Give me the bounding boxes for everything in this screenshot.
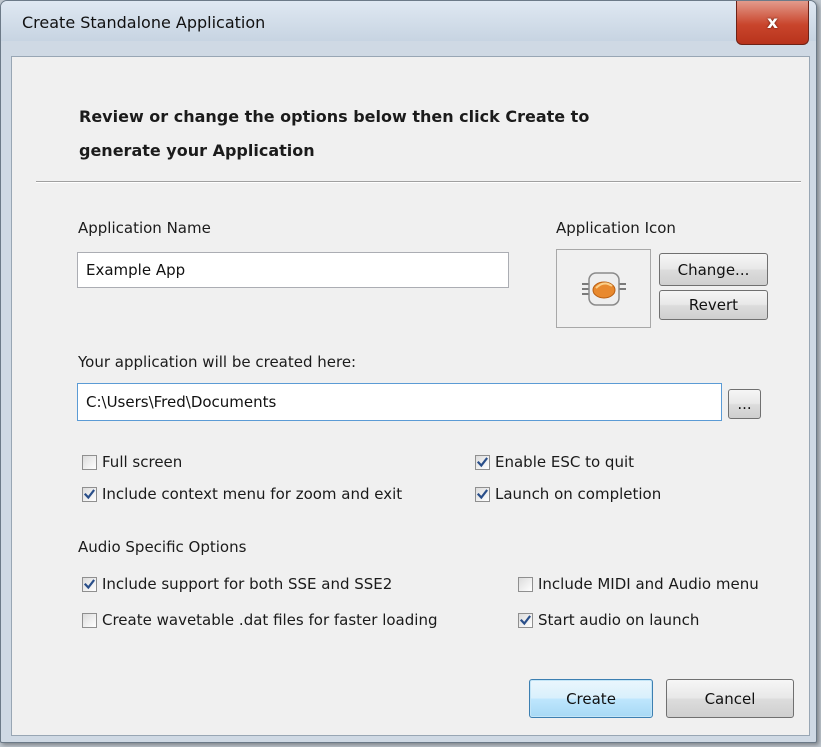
instructions-heading: Review or change the options below then … <box>79 100 679 168</box>
checkbox-box <box>518 576 533 592</box>
sse-support-checkbox[interactable]: Include support for both SSE and SSE2 <box>82 575 392 593</box>
checkmark-icon <box>84 578 95 589</box>
change-icon-button[interactable]: Change... <box>659 253 768 286</box>
audio-options-label: Audio Specific Options <box>78 538 247 556</box>
application-icon-label: Application Icon <box>556 219 676 237</box>
application-name-input[interactable]: Example App <box>77 252 509 288</box>
checkbox-box <box>82 454 97 470</box>
full-screen-checkbox[interactable]: Full screen <box>82 453 182 471</box>
start-audio-checkbox[interactable]: Start audio on launch <box>518 611 699 629</box>
dialog-window: Create Standalone Application x Review o… <box>0 0 817 743</box>
revert-icon-button[interactable]: Revert <box>659 290 768 320</box>
start-audio-label: Start audio on launch <box>538 611 700 629</box>
instructions-line-1: Review or change the options below then … <box>79 107 590 126</box>
cancel-button[interactable]: Cancel <box>666 679 794 718</box>
checkmark-icon <box>477 456 488 467</box>
wavetable-files-label: Create wavetable .dat files for faster l… <box>102 611 438 629</box>
enable-esc-label: Enable ESC to quit <box>495 453 635 471</box>
browse-button[interactable]: ... <box>728 389 761 419</box>
app-icon <box>581 271 626 306</box>
launch-on-completion-label: Launch on completion <box>495 485 662 503</box>
context-menu-checkbox[interactable]: Include context menu for zoom and exit <box>82 485 402 503</box>
window-title: Create Standalone Application <box>22 13 266 32</box>
create-button[interactable]: Create <box>529 679 653 718</box>
instructions-line-2: generate your Application <box>79 141 315 160</box>
enable-esc-checkbox[interactable]: Enable ESC to quit <box>475 453 634 471</box>
checkbox-box <box>518 612 533 628</box>
context-menu-label: Include context menu for zoom and exit <box>102 485 403 503</box>
dialog-body: Review or change the options below then … <box>11 56 810 736</box>
divider <box>36 181 801 183</box>
launch-on-completion-checkbox[interactable]: Launch on completion <box>475 485 661 503</box>
close-icon: x <box>767 12 778 33</box>
application-icon-preview <box>556 249 651 328</box>
checkmark-icon <box>520 614 531 625</box>
checkbox-box <box>82 576 97 592</box>
location-input[interactable]: C:\Users\Fred\Documents <box>77 383 722 421</box>
sse-support-label: Include support for both SSE and SSE2 <box>102 575 393 593</box>
checkmark-icon <box>477 488 488 499</box>
checkbox-box <box>82 612 97 628</box>
checkmark-icon <box>84 488 95 499</box>
checkbox-box <box>82 486 97 502</box>
full-screen-label: Full screen <box>102 453 183 471</box>
wavetable-files-checkbox[interactable]: Create wavetable .dat files for faster l… <box>82 611 437 629</box>
midi-audio-menu-checkbox[interactable]: Include MIDI and Audio menu <box>518 575 759 593</box>
application-name-label: Application Name <box>78 219 211 237</box>
checkbox-box <box>475 486 490 502</box>
midi-audio-menu-label: Include MIDI and Audio menu <box>538 575 759 593</box>
title-bar[interactable]: Create Standalone Application <box>1 1 816 41</box>
close-button[interactable]: x <box>736 1 809 45</box>
location-label: Your application will be created here: <box>78 353 357 371</box>
checkbox-box <box>475 454 490 470</box>
